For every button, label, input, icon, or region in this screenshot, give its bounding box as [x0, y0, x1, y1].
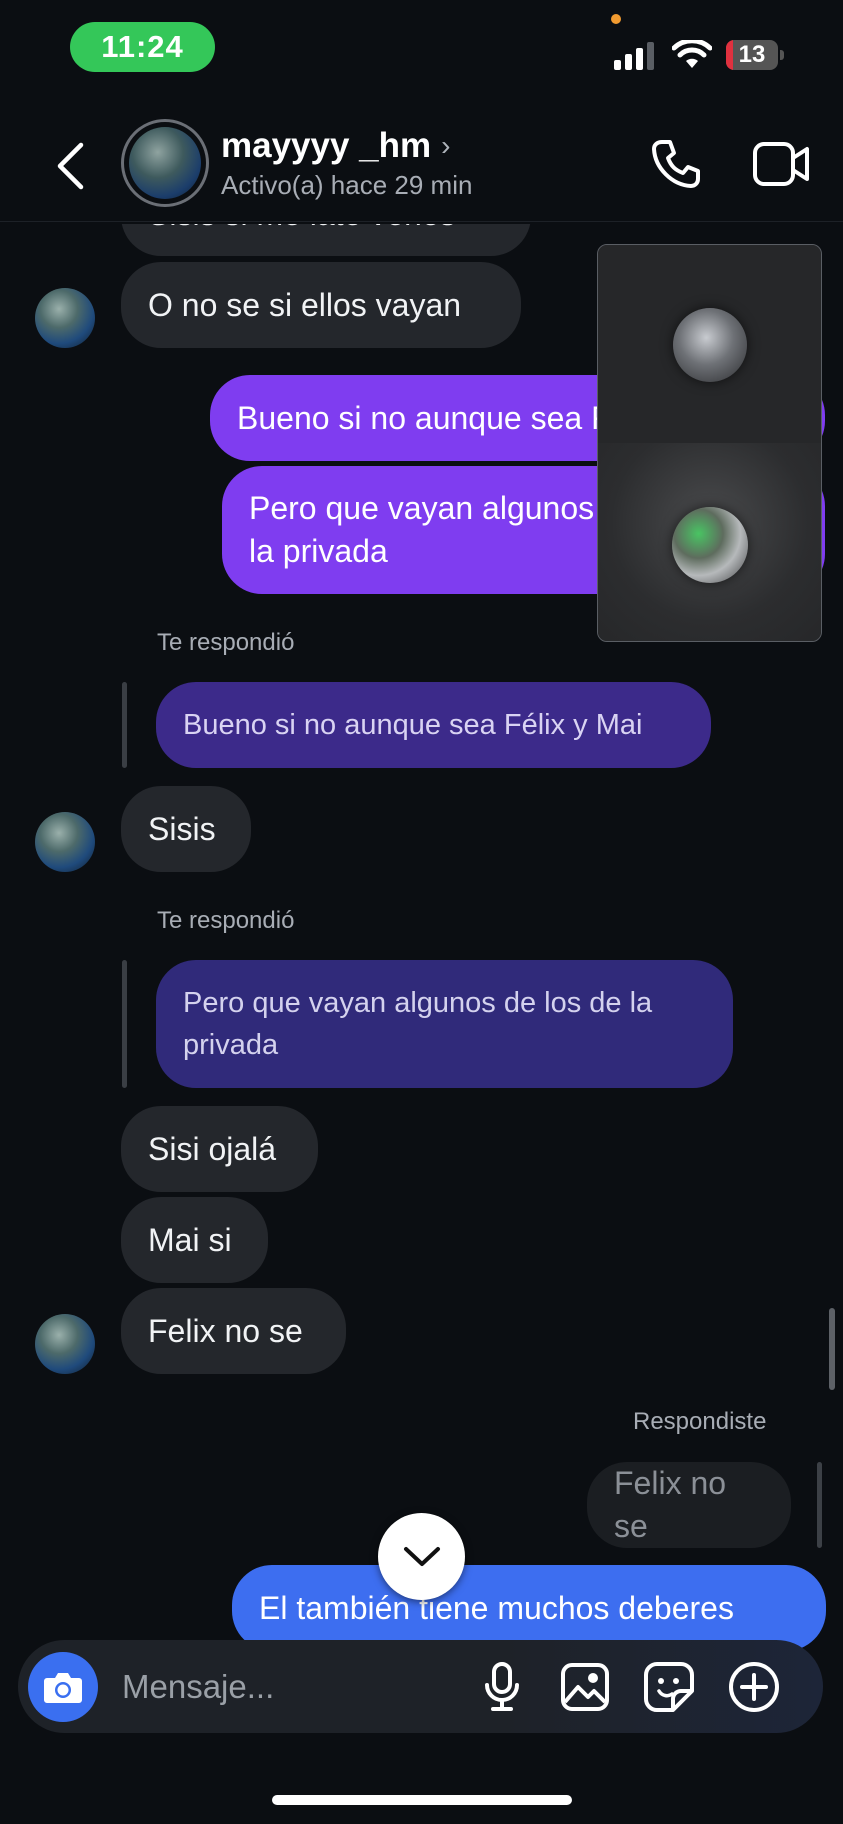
audio-call-button[interactable]	[648, 136, 704, 192]
reply-label: Respondiste	[633, 1408, 767, 1435]
gallery-icon	[561, 1663, 609, 1711]
battery-percent: 13	[738, 41, 766, 68]
back-button[interactable]	[50, 138, 90, 194]
remote-participant-tile	[598, 245, 821, 443]
plus-circle-icon	[729, 1662, 779, 1712]
scrollbar-thumb[interactable]	[829, 1308, 835, 1390]
quoted-message[interactable]: Pero que vayan algunos de los de la priv…	[156, 960, 733, 1088]
video-call-button[interactable]	[752, 138, 810, 190]
quoted-message[interactable]: Bueno si no aunque sea Félix y Mai	[156, 682, 711, 768]
message-incoming[interactable]: Sisi ojalá	[121, 1106, 318, 1192]
sender-avatar[interactable]	[35, 1314, 95, 1374]
message-incoming[interactable]: Felix no se	[121, 1288, 346, 1374]
message-incoming[interactable]: Sisis	[121, 786, 251, 872]
privacy-indicator-dot	[611, 14, 621, 24]
self-avatar	[672, 507, 748, 583]
message-composer	[18, 1640, 823, 1733]
quote-bar	[122, 960, 127, 1088]
message-incoming[interactable]: O no se si ellos vayan	[121, 262, 521, 348]
contact-avatar[interactable]	[121, 119, 209, 207]
back-chevron-icon	[57, 142, 84, 190]
sticker-icon	[644, 1662, 694, 1712]
quote-bar	[817, 1462, 822, 1548]
contact-name[interactable]: mayyyy _hm ›	[221, 126, 450, 166]
contact-username: mayyyy _hm	[221, 126, 432, 165]
video-call-pip[interactable]	[597, 244, 822, 642]
battery-indicator: 13	[726, 40, 784, 70]
status-time: 11:24	[70, 22, 215, 72]
gallery-button[interactable]	[557, 1659, 613, 1715]
message-incoming[interactable]: Mai si	[121, 1197, 268, 1283]
camera-icon	[44, 1673, 82, 1703]
message-line: Pero que vayan algunos de los de la	[183, 986, 653, 1019]
camera-button[interactable]	[28, 1652, 98, 1722]
video-camera-icon	[753, 142, 809, 186]
message-incoming-partial[interactable]: Sisis si me late verlos	[121, 224, 531, 256]
contact-activity-status: Activo(a) hace 29 min	[221, 170, 473, 200]
reply-label: Te respondió	[157, 907, 295, 934]
scroll-to-bottom-button[interactable]	[378, 1513, 465, 1600]
phone-icon	[652, 140, 700, 188]
home-indicator	[272, 1795, 572, 1805]
self-participant-tile	[598, 443, 821, 641]
cellular-signal-icon	[614, 42, 654, 70]
wifi-icon	[672, 40, 712, 68]
chevron-down-icon	[403, 1546, 440, 1566]
message-outgoing[interactable]: El también tiene muchos deberes	[232, 1565, 826, 1651]
chevron-right-icon: ›	[441, 130, 451, 161]
message-input[interactable]	[122, 1662, 462, 1712]
quote-bar	[122, 682, 127, 768]
more-options-button[interactable]	[726, 1659, 782, 1715]
microphone-button[interactable]	[474, 1659, 530, 1715]
quoted-message[interactable]: Felix no se	[587, 1462, 791, 1548]
microphone-icon	[485, 1662, 519, 1711]
message-line: privada	[183, 1029, 279, 1061]
participant-avatar	[673, 308, 747, 382]
sender-avatar[interactable]	[35, 812, 95, 872]
sticker-button[interactable]	[641, 1659, 697, 1715]
reply-label: Te respondió	[157, 629, 295, 656]
sender-avatar[interactable]	[35, 288, 95, 348]
chat-header: mayyyy _hm › Activo(a) hace 29 min	[0, 110, 843, 222]
